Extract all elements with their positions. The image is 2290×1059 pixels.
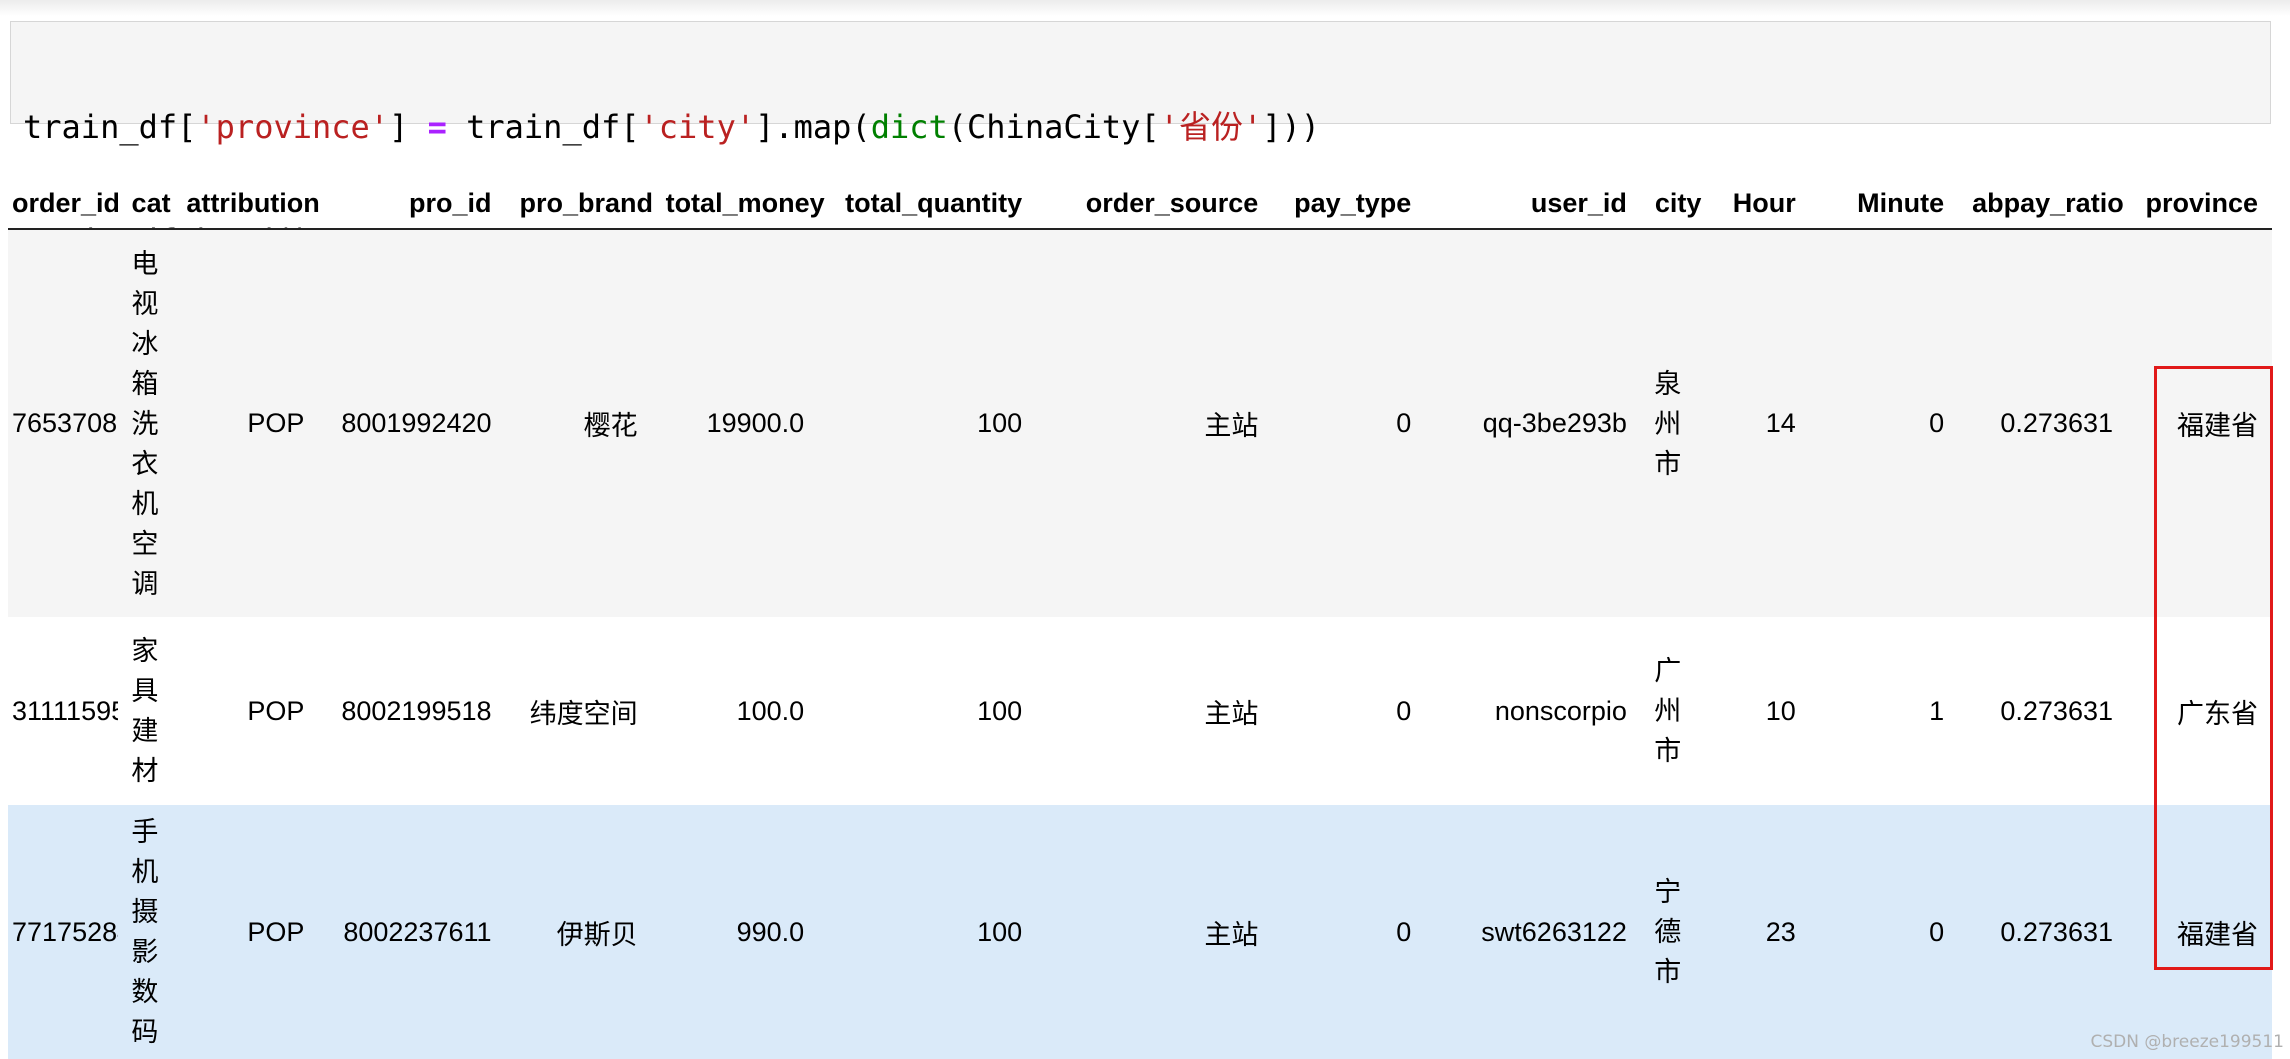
watermark: CSDN @breeze199511	[2090, 1032, 2284, 1052]
cell-pay-type: 0	[1396, 408, 1412, 438]
cell-order-source: 主站	[1204, 698, 1259, 729]
cell-order-source: 主站	[1204, 411, 1259, 441]
code-token: dict	[870, 108, 948, 146]
column-header-province: province	[2127, 178, 2272, 230]
column-header-city: city	[1640, 178, 1701, 230]
code-token: ].map(	[755, 108, 871, 146]
order-id-text: 31111595	[12, 695, 118, 726]
cell-attribution: POP	[247, 695, 305, 726]
cell-city: 广州市	[1654, 656, 1682, 766]
table-row[interactable]: 31111595 家具建材 POP 8002199518 纬度空间 100.0 100 主站 0…	[8, 617, 2272, 805]
column-header-pay-type: pay_type	[1272, 178, 1426, 230]
cell-total-money: 100.0	[736, 695, 805, 726]
dataframe-output-table: order_id cat attribution pro_id pro_brand tot…	[8, 178, 2272, 1059]
code-token: ]))	[1262, 108, 1321, 146]
code-token: 'province'	[196, 108, 390, 146]
cell-pro-brand: 樱花	[583, 411, 638, 441]
cell-pay-type: 0	[1396, 916, 1412, 947]
cell-hour: 23	[1765, 916, 1796, 947]
column-header-cat: cat	[117, 178, 173, 230]
cell-attribution: POP	[247, 408, 305, 438]
cell-total-money: 990.0	[736, 916, 805, 947]
cell-pay-type: 0	[1396, 695, 1412, 726]
code-token: train_df[	[23, 108, 197, 146]
column-header-total-quantity: total_quantity	[818, 178, 1037, 230]
cell-cat: 电视冰箱洗衣机空调	[131, 248, 159, 599]
code-token: (ChinaCity[	[947, 108, 1160, 146]
cell-user-id: swt6263122	[1481, 916, 1627, 947]
cell-total-quantity: 100	[977, 695, 1023, 726]
cell-pro-brand: 伊斯贝	[556, 919, 638, 950]
code-line-1: train_df['province'] = train_df['city'].…	[23, 108, 2258, 146]
column-header-minute: Minute	[1809, 178, 1959, 230]
order-id-text: 77175284	[12, 916, 118, 947]
column-header-pro-id: pro_id	[318, 178, 506, 230]
cell-total-quantity: 100	[977, 916, 1023, 947]
cell-total-money: 19900.0	[706, 408, 805, 438]
column-header-attribution: attribution	[172, 178, 320, 230]
cell-city: 泉州市	[1654, 368, 1682, 479]
code-token: ]	[389, 108, 428, 146]
cell-minute: 0	[1929, 408, 1945, 438]
column-header-abpay-ratio: abpay_ratio	[1958, 178, 2127, 230]
cell-pro-id: 8001992420	[341, 408, 492, 438]
table-row[interactable]: 76537082 电视冰箱洗衣机空调 POP 8001992420 樱花 19900.0 1…	[8, 229, 2272, 617]
code-token: train_df[	[446, 108, 640, 146]
table-row[interactable]: 77175284 手机摄影数码 POP 8002237611 伊斯贝 990.0 100 主站…	[8, 805, 2272, 1059]
cell-minute: 0	[1929, 916, 1945, 947]
cell-city: 宁德市	[1654, 877, 1682, 987]
cell-user-id: nonscorpio	[1494, 695, 1627, 726]
cell-order-id: 77175284	[8, 805, 118, 1059]
cell-abpay-ratio: 0.273631	[2000, 695, 2113, 726]
order-id-text: 76537082	[12, 408, 118, 438]
cell-minute: 1	[1929, 695, 1945, 726]
code-token: =	[427, 108, 447, 146]
column-header-order-id: order_id	[8, 178, 118, 230]
cell-order-id: 76537082	[8, 229, 118, 617]
column-header-order-source: order_source	[1036, 178, 1273, 230]
code-cell-input[interactable]: train_df['province'] = train_df['city'].…	[10, 21, 2271, 260]
cell-cat: 家具建材	[131, 636, 159, 786]
cell-attribution: POP	[247, 916, 305, 947]
cell-order-id: 31111595	[8, 617, 118, 805]
code-token: '省份'	[1159, 108, 1263, 146]
column-header-pro-brand: pro_brand	[505, 178, 653, 230]
province-highlight-box	[2154, 366, 2273, 970]
cell-total-quantity: 100	[977, 408, 1023, 438]
top-shade	[0, 0, 2290, 16]
cell-pro-id: 8002199518	[341, 695, 492, 726]
cell-abpay-ratio: 0.273631	[2000, 916, 2113, 947]
cell-user-id: qq-3be293b	[1482, 408, 1627, 438]
cell-pro-brand: 纬度空间	[529, 698, 638, 729]
cell-hour: 10	[1765, 695, 1796, 726]
cell-order-source: 主站	[1204, 919, 1259, 950]
cell-hour: 14	[1765, 408, 1796, 438]
column-header-user-id: user_id	[1425, 178, 1641, 230]
cell-pro-id: 8002237611	[343, 916, 492, 947]
code-token: 'city'	[639, 108, 756, 146]
cell-abpay-ratio: 0.273631	[2000, 408, 2113, 438]
table-header-row: order_id cat attribution pro_id pro_brand tot…	[8, 178, 2272, 230]
column-header-total-money: total_money	[651, 178, 825, 230]
column-header-hour: Hour	[1694, 178, 1810, 230]
cell-cat: 手机摄影数码	[131, 817, 159, 1047]
